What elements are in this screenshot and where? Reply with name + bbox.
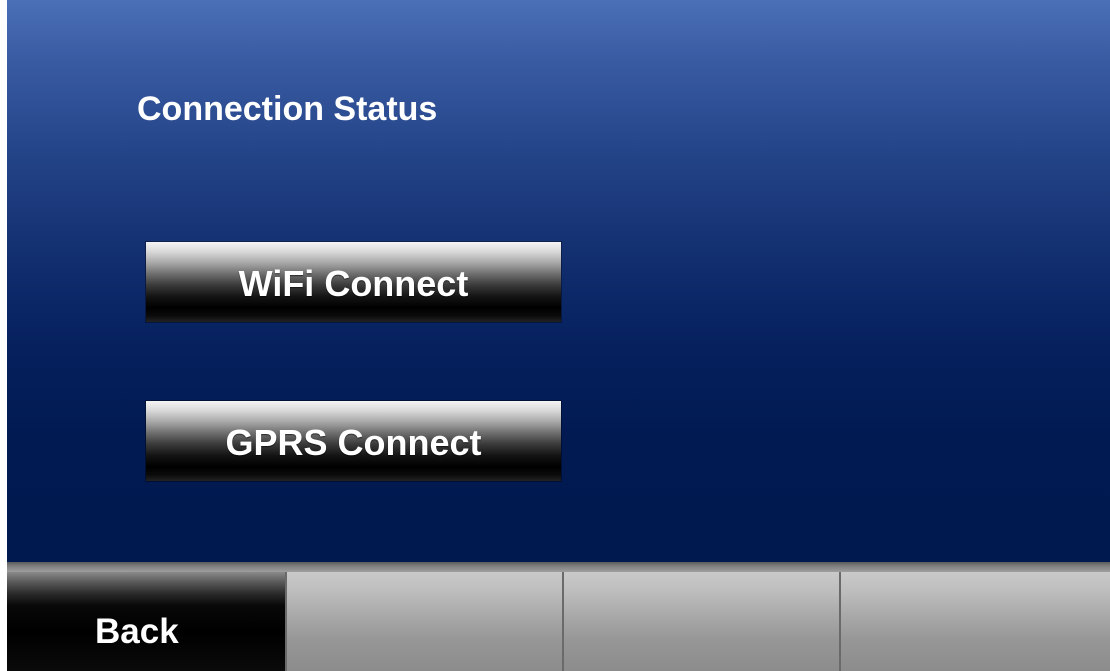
softkey-2[interactable] (285, 572, 562, 671)
gprs-connect-button[interactable]: GPRS Connect (146, 401, 561, 481)
wifi-connect-label: WiFi Connect (238, 263, 469, 305)
main-panel: Connection Status WiFi Connect GPRS Conn… (7, 0, 1110, 562)
page-title: Connection Status (137, 90, 438, 128)
back-button-label: Back (95, 611, 179, 651)
wifi-connect-button[interactable]: WiFi Connect (146, 242, 561, 322)
device-screen: Connection Status WiFi Connect GPRS Conn… (7, 0, 1110, 671)
softkey-bar: Back (7, 562, 1110, 671)
softkey-3[interactable] (562, 572, 839, 671)
softkey-4[interactable] (839, 572, 1110, 671)
gprs-connect-label: GPRS Connect (225, 422, 482, 464)
back-button[interactable]: Back (7, 572, 285, 671)
softkey-bar-edge (7, 562, 1110, 572)
